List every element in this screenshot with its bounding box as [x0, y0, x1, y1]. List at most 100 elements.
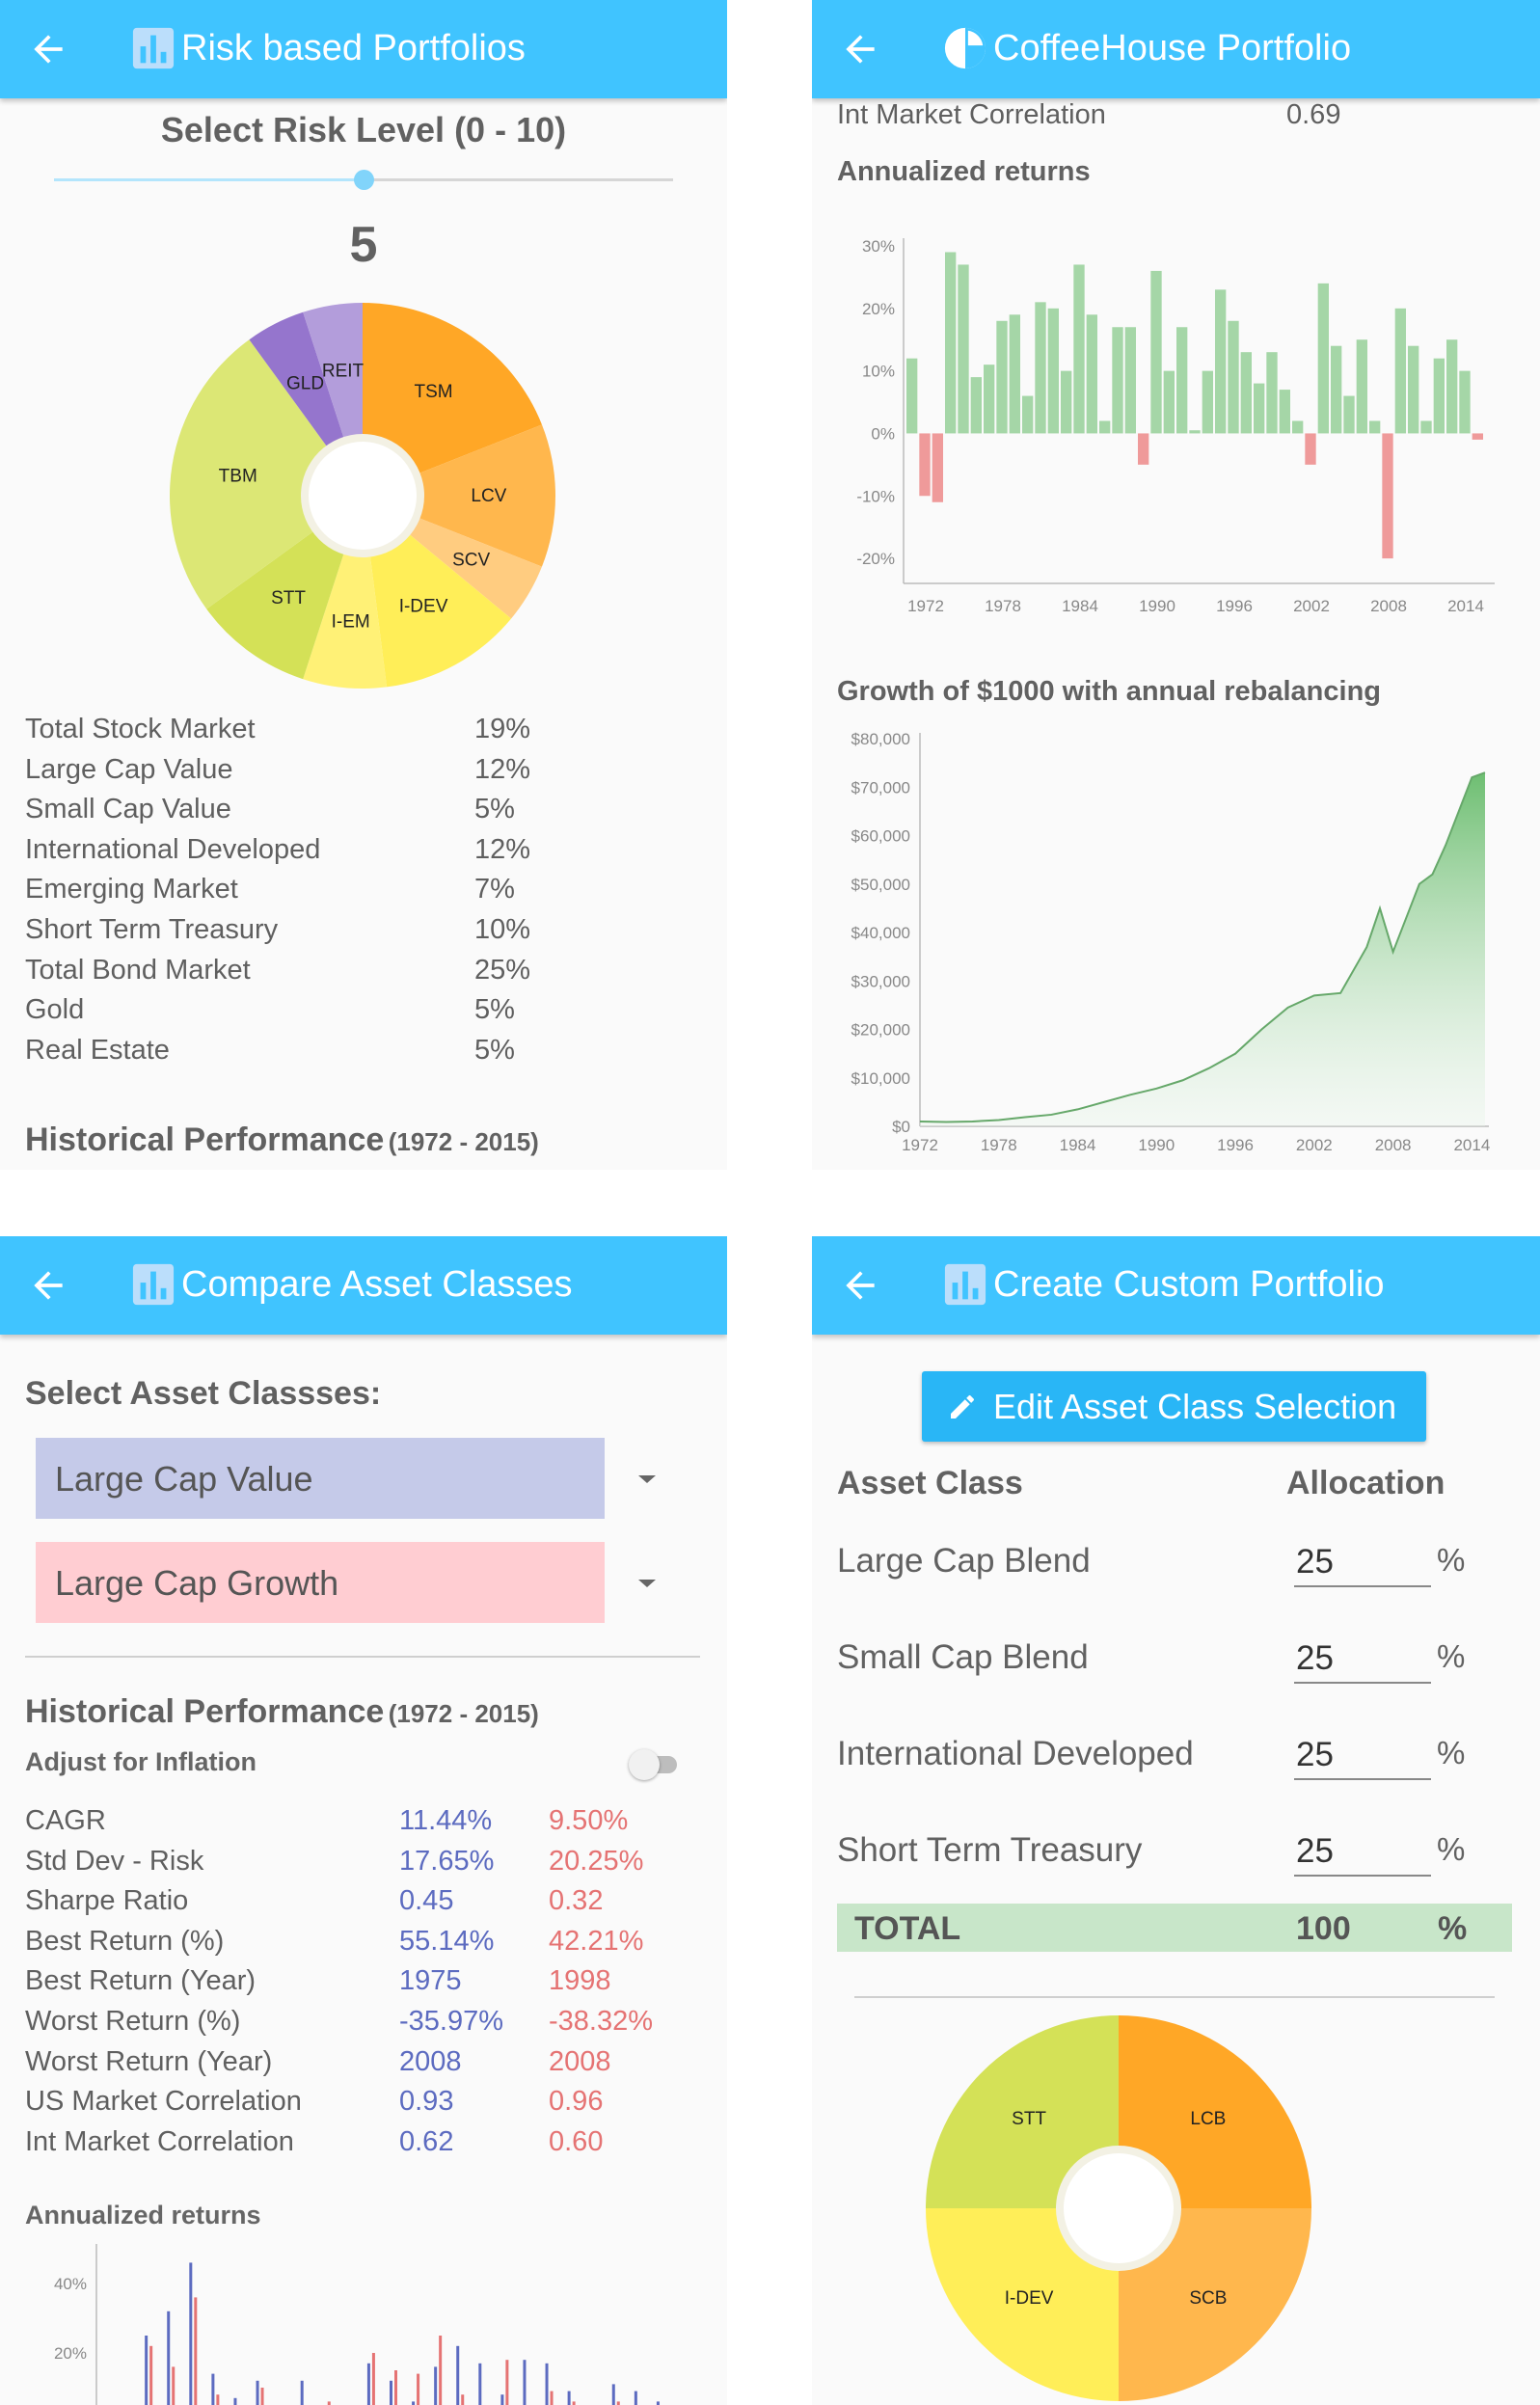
total-value: 100: [1296, 1910, 1351, 1947]
growth-chart-title: Growth of $1000 with annual rebalancing: [837, 676, 1381, 707]
total-row: TOTAL 100 %: [837, 1904, 1512, 1952]
risk-slider[interactable]: [54, 170, 673, 190]
return-bar: [1150, 270, 1162, 434]
return-bar: [1369, 420, 1381, 434]
return-bar: [1343, 395, 1355, 434]
chevron-down-icon[interactable]: [636, 1578, 658, 1589]
stat-value-asset1: 0.45: [399, 1885, 454, 1917]
compare-bar: [500, 2394, 504, 2405]
return-bar: [1240, 352, 1252, 434]
pie-slice-label: SCV: [452, 551, 490, 571]
compare-bar: [167, 2310, 171, 2405]
stat-value-asset2: 2008: [549, 2045, 611, 2077]
asset1-dropdown[interactable]: Large Cap Value: [36, 1438, 605, 1519]
back-arrow-icon[interactable]: [839, 28, 881, 70]
stat-name: Worst Return (Year): [25, 2045, 273, 2077]
select-assets-label: Select Asset Classses:: [25, 1375, 382, 1412]
return-bar: [1189, 430, 1201, 434]
compare-bar: [461, 2394, 465, 2405]
app-title: Create Custom Portfolio: [993, 1264, 1385, 1305]
return-bar: [1022, 395, 1034, 434]
inflation-toggle[interactable]: [629, 1749, 681, 1780]
compare-bar: [439, 2336, 443, 2405]
return-bar: [1009, 314, 1020, 434]
pct-sign: %: [1437, 1831, 1466, 1867]
return-bar: [1047, 308, 1059, 434]
x-tick-label: 2008: [1375, 1136, 1412, 1154]
pie-slice-label: SCB: [1189, 2288, 1227, 2309]
return-bar: [1163, 370, 1175, 434]
allocation-input[interactable]: 25: [1294, 1828, 1431, 1877]
compare-bar: [567, 2391, 571, 2405]
y-tick-label: $50,000: [851, 876, 910, 894]
x-tick-label: 1984: [1060, 1136, 1096, 1154]
compare-bar: [412, 2401, 416, 2405]
allocation-input[interactable]: 25: [1294, 1732, 1431, 1780]
return-bar: [1394, 308, 1406, 434]
asset-class-name: Small Cap Blend: [837, 1638, 1089, 1676]
allocation-name: Total Stock Market: [25, 714, 256, 744]
x-tick-label: 1984: [1062, 597, 1098, 615]
return-bar: [970, 377, 982, 434]
compare-bar: [327, 2401, 331, 2405]
x-tick-label: 1990: [1138, 1136, 1175, 1154]
return-bar: [1035, 302, 1046, 434]
return-bar: [958, 264, 969, 434]
return-bar: [1408, 345, 1419, 434]
x-tick-label: 1978: [981, 1136, 1017, 1154]
slider-thumb[interactable]: [354, 170, 374, 190]
compare-assets-panel: Compare Asset Classes Select Asset Class…: [0, 1236, 727, 2405]
return-bar: [1266, 352, 1278, 434]
int-market-correlation-label: Int Market Correlation: [837, 99, 1106, 130]
x-tick-label: 1996: [1217, 1136, 1254, 1154]
back-arrow-icon[interactable]: [27, 1264, 69, 1307]
asset2-dropdown[interactable]: Large Cap Growth: [36, 1542, 605, 1623]
stat-value-asset2: 42.21%: [549, 1925, 644, 1957]
return-bar: [1228, 320, 1239, 434]
y-tick-label: $0: [892, 1118, 910, 1136]
pie-slice-label: TSM: [415, 382, 453, 402]
risk-portfolio-panel: Risk based Portfolios Select Risk Level …: [0, 0, 727, 1170]
return-bar: [1433, 358, 1445, 434]
risk-value: 5: [349, 217, 378, 273]
compare-bar: [634, 2391, 637, 2405]
back-arrow-icon[interactable]: [839, 1264, 881, 1307]
compare-bar: [394, 2370, 397, 2405]
app-title: CoffeeHouse Portfolio: [993, 28, 1352, 68]
allocation-name: Short Term Treasury: [25, 914, 279, 945]
compare-bar: [545, 2363, 549, 2405]
historical-performance-title: Historical Performance: [25, 1693, 385, 1730]
pct-sign: %: [1437, 1735, 1466, 1770]
y-tick-label: $80,000: [851, 730, 910, 748]
y-tick-label: $40,000: [851, 924, 910, 942]
total-label: TOTAL: [854, 1910, 961, 1947]
y-tick-label: $60,000: [851, 827, 910, 846]
return-bar: [932, 433, 943, 502]
x-tick-label: 1972: [902, 1136, 938, 1154]
return-bar: [1331, 345, 1342, 434]
x-tick-label: 1972: [907, 597, 944, 615]
return-bar: [1305, 433, 1316, 465]
pie-hole: [309, 442, 417, 550]
stat-value-asset2: 1998: [549, 1965, 611, 1997]
pie-hole: [1064, 2153, 1174, 2263]
edit-asset-class-button[interactable]: Edit Asset Class Selection: [922, 1371, 1426, 1442]
chevron-down-icon[interactable]: [636, 1473, 658, 1485]
allocation-header: Allocation: [1286, 1465, 1445, 1501]
pct-sign: %: [1437, 1542, 1466, 1578]
allocation-input[interactable]: 25: [1294, 1635, 1431, 1684]
return-bar: [1446, 339, 1458, 434]
pie-slice-label: REIT: [322, 362, 365, 382]
return-bar: [919, 433, 931, 497]
allocation-input[interactable]: 25: [1294, 1539, 1431, 1587]
risk-level-label: Select Risk Level (0 - 10): [160, 110, 567, 149]
y-tick-label: $70,000: [851, 778, 910, 797]
historical-performance-heading: Historical Performance (1972 - 2015): [25, 1693, 539, 1731]
historical-performance-title: Historical Performance: [25, 1121, 385, 1158]
y-tick-label: $30,000: [851, 972, 910, 990]
back-arrow-icon[interactable]: [27, 28, 69, 70]
x-tick-label: 1978: [985, 597, 1021, 615]
toggle-thumb: [629, 1749, 660, 1780]
allocation-name: Small Cap Value: [25, 794, 231, 825]
allocation-pct: 10%: [474, 914, 531, 945]
